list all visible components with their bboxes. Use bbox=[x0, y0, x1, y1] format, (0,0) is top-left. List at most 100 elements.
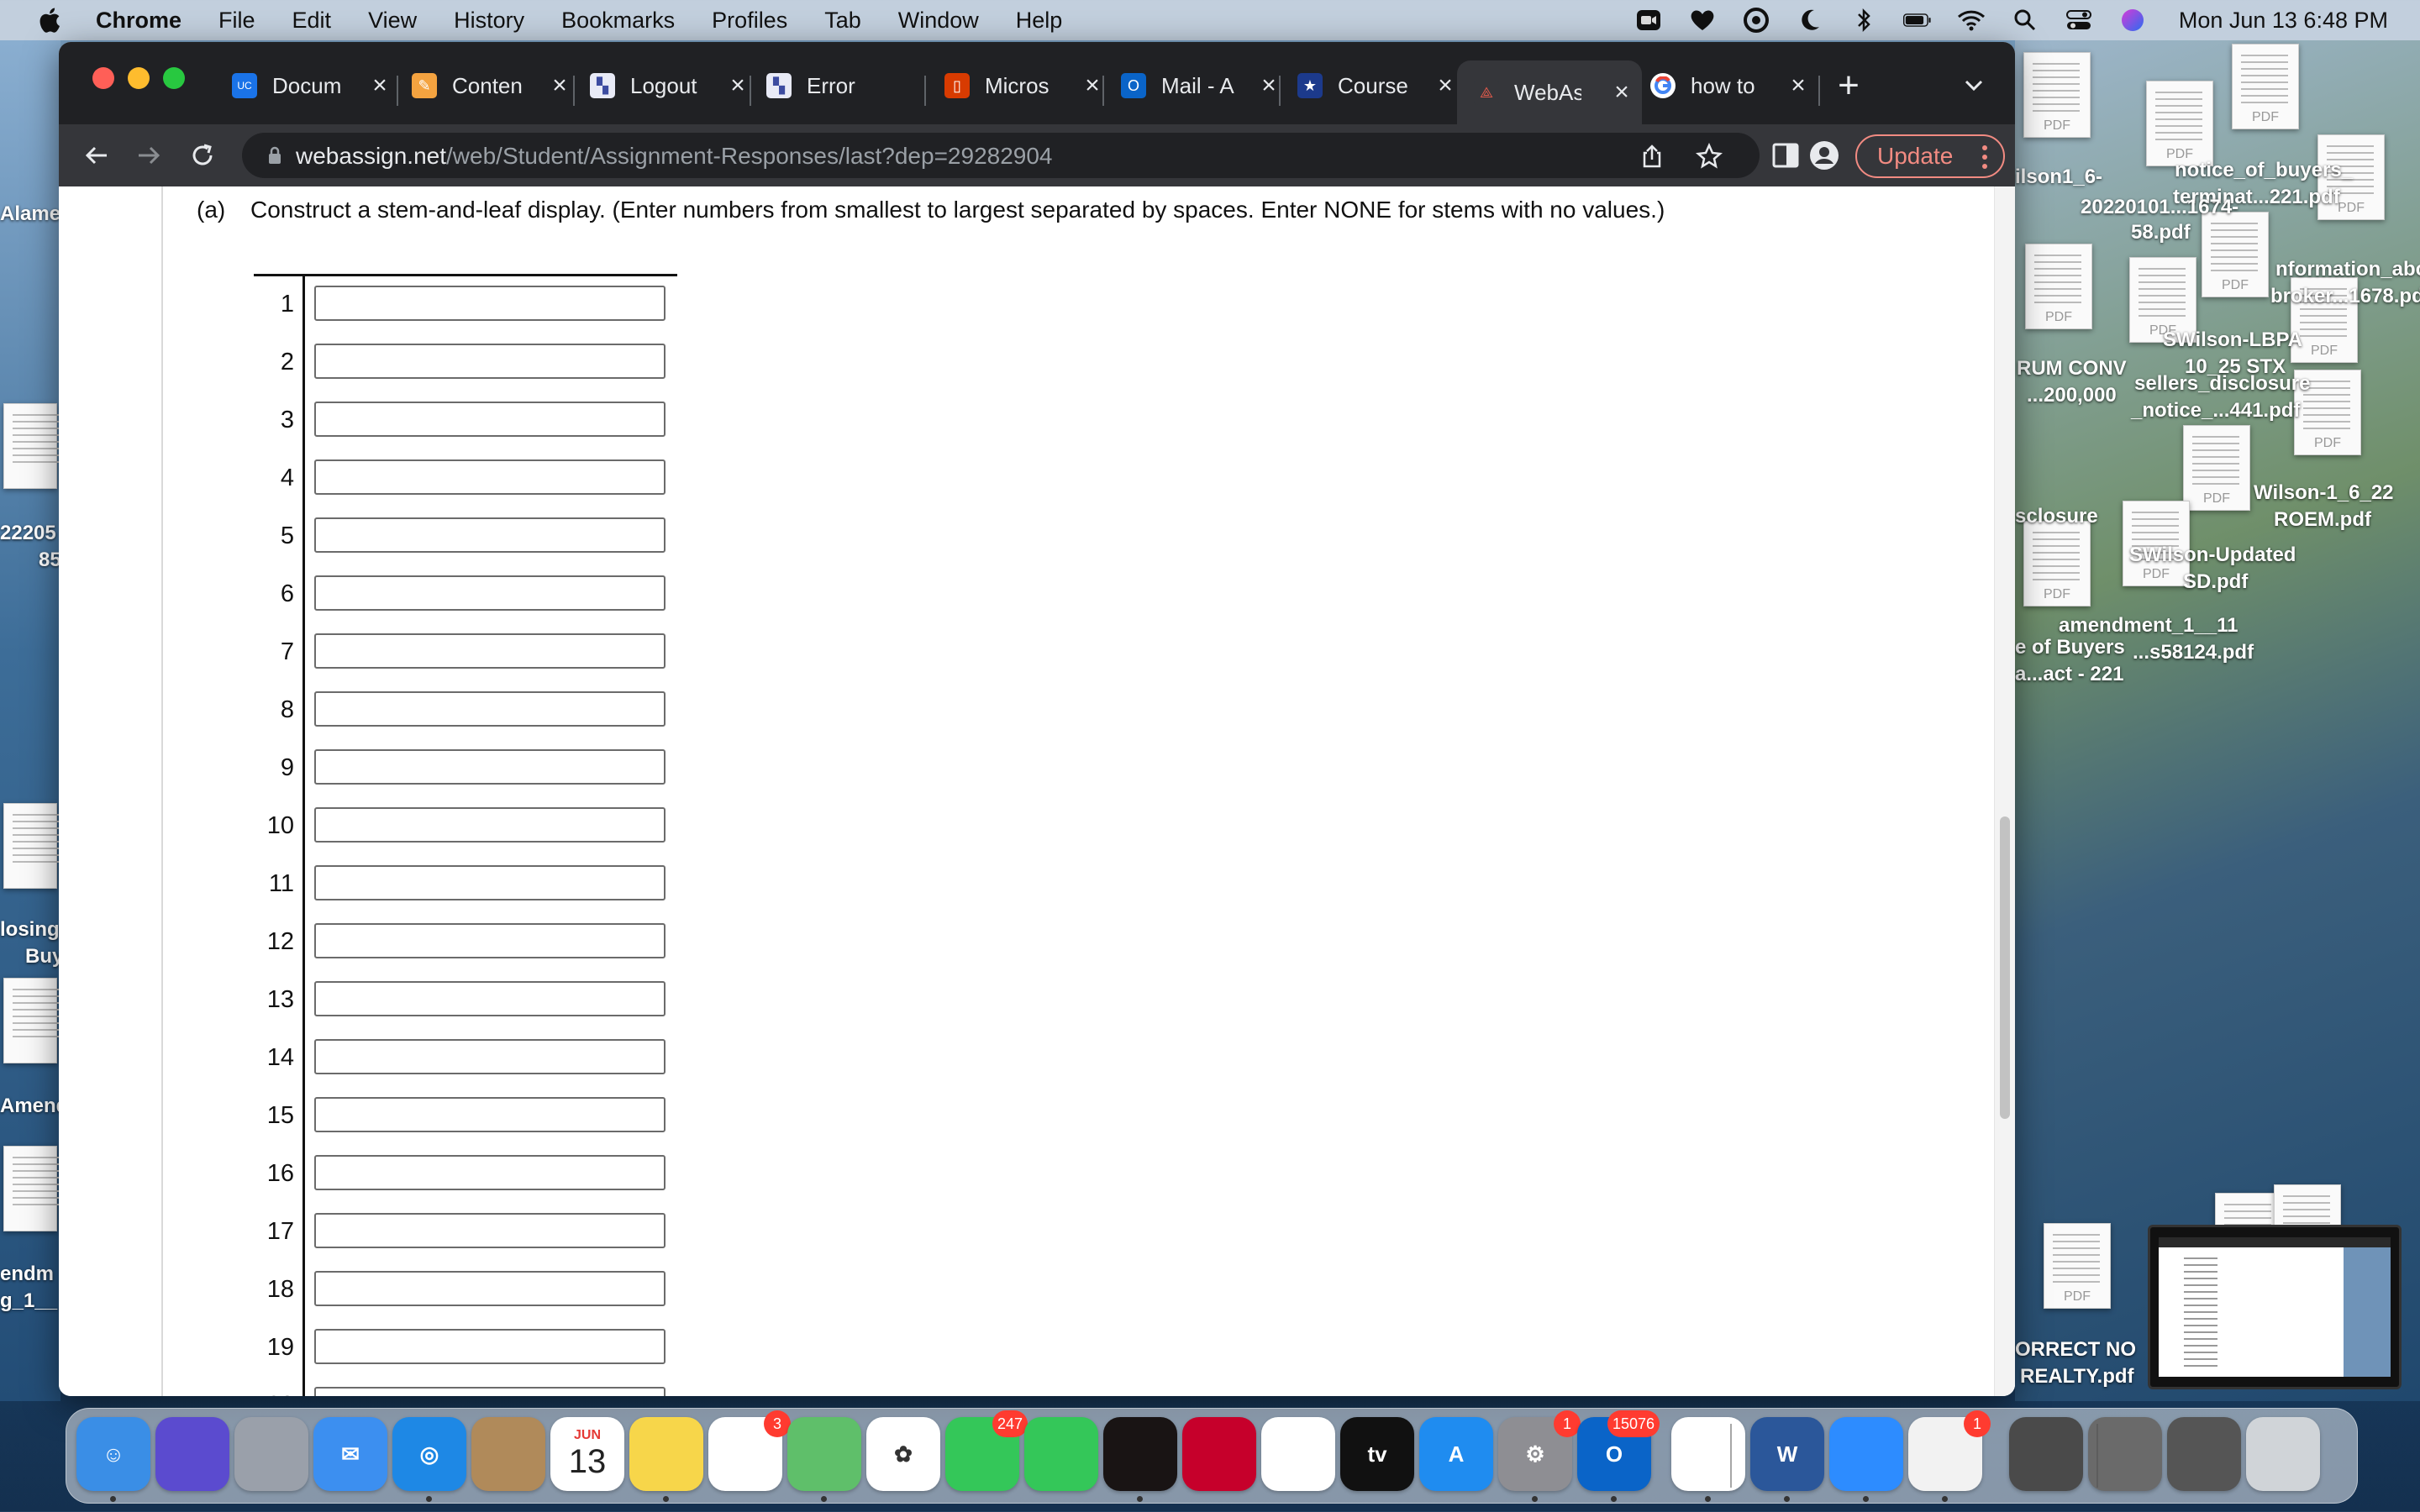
profile-icon[interactable] bbox=[1808, 139, 1840, 171]
desktop-file-label[interactable]: broker...1678.pd bbox=[2270, 284, 2420, 309]
tab-6[interactable]: O Mail - A × bbox=[1121, 62, 1289, 109]
desktop-file-label[interactable]: SD.pdf bbox=[2183, 570, 2248, 595]
leaf-input-6[interactable] bbox=[314, 575, 666, 611]
leaf-input-20[interactable] bbox=[314, 1387, 666, 1396]
dock-siri-icon[interactable] bbox=[155, 1417, 229, 1491]
desktop-file-label[interactable]: 85 bbox=[39, 548, 61, 573]
desktop-file-thumb[interactable] bbox=[3, 978, 60, 1063]
dock-photos-icon[interactable]: ✿ bbox=[866, 1417, 940, 1491]
siri-status-icon[interactable] bbox=[2118, 8, 2147, 33]
dock-launchpad-icon[interactable] bbox=[234, 1417, 308, 1491]
dock-tv-icon[interactable]: tv bbox=[1340, 1417, 1414, 1491]
desktop-file-thumb[interactable]: PDF bbox=[2202, 212, 2269, 297]
tab-9[interactable]: how to × bbox=[1650, 62, 1818, 109]
menu-history[interactable]: History bbox=[454, 8, 524, 34]
menu-file[interactable]: File bbox=[218, 8, 255, 34]
window-preview-thumbnail[interactable] bbox=[2148, 1225, 2402, 1389]
page-scrollbar[interactable] bbox=[1994, 186, 2015, 1396]
close-icon[interactable]: × bbox=[1257, 71, 1281, 99]
desktop-file-label[interactable]: notice_of_buyers_ bbox=[2175, 158, 2353, 183]
desktop-file-label[interactable]: e of Buyers bbox=[2015, 635, 2125, 660]
leaf-input-14[interactable] bbox=[314, 1039, 666, 1074]
dock-reminders-icon[interactable]: 3 bbox=[708, 1410, 791, 1491]
tab-8-active[interactable]: ⟁ WebAs × bbox=[1457, 60, 1642, 124]
dock-system-preferences-icon[interactable]: ⚙ 1 bbox=[1498, 1410, 1581, 1491]
moon-icon[interactable] bbox=[1796, 8, 1824, 33]
zoom-window-button[interactable] bbox=[163, 67, 185, 89]
menu-view[interactable]: View bbox=[368, 8, 417, 34]
address-bar[interactable]: webassign.net/web/Student/Assignment-Res… bbox=[242, 133, 1760, 178]
sidepanel-icon[interactable] bbox=[1770, 139, 1802, 171]
wifi-icon[interactable] bbox=[1957, 8, 1986, 33]
desktop-file-thumb[interactable]: PDF bbox=[2023, 521, 2091, 606]
desktop-file-thumb[interactable] bbox=[3, 803, 60, 889]
desktop-file-thumb[interactable]: PDF bbox=[2146, 81, 2213, 166]
desktop-file-label[interactable]: 58.pdf bbox=[2131, 220, 2191, 245]
dock-calendar-icon[interactable]: JUN 13 bbox=[550, 1417, 624, 1491]
leaf-input-16[interactable] bbox=[314, 1155, 666, 1190]
tab-4[interactable]: ▚ Error × bbox=[766, 62, 973, 109]
tab-1[interactable]: UC Docum × bbox=[232, 62, 400, 109]
desktop-file-label[interactable]: Buy bbox=[25, 944, 63, 969]
bluetooth-icon[interactable] bbox=[1849, 8, 1878, 33]
dock-recent-icon[interactable] bbox=[2088, 1417, 2162, 1491]
desktop-file-label[interactable]: ORRECT NO bbox=[2015, 1337, 2136, 1362]
tab-5[interactable]: ▯ Micros × bbox=[944, 62, 1113, 109]
leaf-input-3[interactable] bbox=[314, 402, 666, 437]
desktop-file-label[interactable]: a...act - 221 bbox=[2015, 662, 2123, 687]
control-center-icon[interactable] bbox=[2065, 8, 2093, 33]
dock-facetime-icon[interactable] bbox=[1024, 1417, 1098, 1491]
battery-icon[interactable] bbox=[1902, 8, 1932, 33]
apple-icon[interactable] bbox=[35, 6, 62, 34]
desktop-file-label[interactable]: ROEM.pdf bbox=[2274, 507, 2371, 533]
tab-2[interactable]: ✎ Conten × bbox=[412, 62, 580, 109]
menu-profiles[interactable]: Profiles bbox=[712, 8, 787, 34]
zoom-status-icon[interactable] bbox=[1634, 8, 1663, 33]
leaf-input-9[interactable] bbox=[314, 749, 666, 785]
desktop-file-label[interactable]: SWilson-Updated bbox=[2129, 543, 2296, 568]
menu-edit[interactable]: Edit bbox=[292, 8, 332, 34]
share-icon[interactable] bbox=[1639, 143, 1665, 170]
dock-downloads-icon[interactable] bbox=[2009, 1417, 2083, 1491]
dock-mail-icon[interactable]: ✉ bbox=[313, 1417, 387, 1491]
desktop-file-label[interactable]: REALTY.pdf bbox=[2020, 1364, 2134, 1389]
dock-maps-icon[interactable] bbox=[787, 1417, 861, 1491]
tab-7[interactable]: ★ Course × bbox=[1297, 62, 1465, 109]
new-tab-button[interactable]: + bbox=[1830, 65, 1867, 106]
desktop-file-thumb[interactable]: PDF bbox=[2025, 244, 2092, 329]
dock-news-icon[interactable] bbox=[1261, 1417, 1335, 1491]
leaf-input-13[interactable] bbox=[314, 981, 666, 1016]
desktop-file-label[interactable]: Wilson-1_6_22 bbox=[2254, 480, 2394, 506]
dock-printer-icon[interactable]: 1 bbox=[1908, 1410, 1991, 1491]
desktop-file-thumb[interactable] bbox=[3, 1146, 60, 1231]
minimize-window-button[interactable] bbox=[128, 67, 150, 89]
close-icon[interactable]: × bbox=[548, 71, 571, 99]
dock-word-icon[interactable]: W bbox=[1750, 1417, 1824, 1491]
spotlight-search-icon[interactable] bbox=[2011, 8, 2039, 33]
close-icon[interactable]: × bbox=[1610, 78, 1634, 106]
dock-documents-icon[interactable] bbox=[2167, 1417, 2241, 1491]
close-icon[interactable]: × bbox=[368, 71, 392, 99]
desktop-file-label[interactable]: g_1__ bbox=[0, 1289, 57, 1314]
dock-zoom-icon[interactable] bbox=[1829, 1417, 1903, 1491]
leaf-input-18[interactable] bbox=[314, 1271, 666, 1306]
bookmark-star-icon[interactable] bbox=[1696, 143, 1723, 170]
leaf-input-4[interactable] bbox=[314, 459, 666, 495]
desktop-file-thumb[interactable]: PDF bbox=[2023, 52, 2091, 138]
menu-bookmarks[interactable]: Bookmarks bbox=[561, 8, 675, 34]
desktop-file-label[interactable]: sclosure bbox=[2015, 504, 2098, 529]
leaf-input-7[interactable] bbox=[314, 633, 666, 669]
dock-outlook-icon[interactable]: O 15076 bbox=[1577, 1410, 1660, 1491]
desktop-file-label[interactable]: _notice_...441.pdf bbox=[2131, 398, 2300, 423]
dock-notes-icon[interactable] bbox=[629, 1417, 703, 1491]
dock-contacts-icon[interactable] bbox=[471, 1417, 545, 1491]
lock-icon[interactable] bbox=[267, 146, 282, 165]
desktop-file-label[interactable]: Alamet bbox=[0, 202, 67, 227]
leaf-input-8[interactable] bbox=[314, 691, 666, 727]
leaf-input-5[interactable] bbox=[314, 517, 666, 553]
leaf-input-15[interactable] bbox=[314, 1097, 666, 1132]
dock-chrome-icon[interactable] bbox=[1671, 1417, 1745, 1491]
desktop-file-label[interactable]: ...200,000 bbox=[2027, 383, 2117, 408]
close-icon[interactable]: × bbox=[1434, 71, 1457, 99]
desktop-file-label[interactable]: sellers_disclosure bbox=[2134, 371, 2310, 396]
